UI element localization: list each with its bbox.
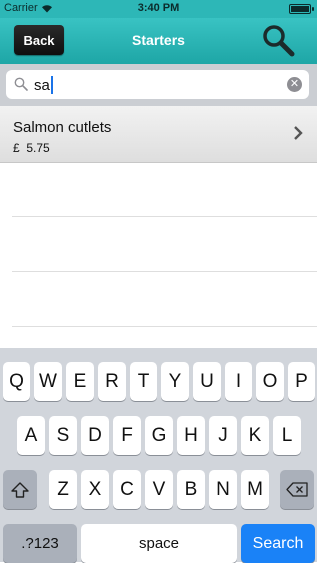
row-separator bbox=[12, 326, 317, 327]
key-j[interactable]: J bbox=[209, 416, 237, 455]
key-s[interactable]: S bbox=[49, 416, 77, 455]
key-q[interactable]: Q bbox=[3, 362, 30, 401]
status-bar: Carrier 3:40 PM bbox=[0, 0, 317, 18]
delete-key[interactable] bbox=[280, 470, 314, 509]
search-key[interactable]: Search bbox=[241, 524, 315, 563]
keyboard: Q W E R T Y U I O P A S D F G H J K L Z … bbox=[0, 348, 317, 563]
key-o[interactable]: O bbox=[256, 362, 284, 401]
row-separator bbox=[12, 216, 317, 217]
key-m[interactable]: M bbox=[241, 470, 269, 509]
key-y[interactable]: Y bbox=[161, 362, 189, 401]
currency-symbol: £ bbox=[13, 141, 20, 155]
search-input-value: sa bbox=[34, 76, 50, 94]
key-i[interactable]: I bbox=[225, 362, 252, 401]
item-name: Salmon cutlets bbox=[13, 119, 112, 136]
key-l[interactable]: L bbox=[273, 416, 301, 455]
backspace-icon bbox=[286, 482, 308, 497]
chevron-right-icon bbox=[294, 126, 303, 140]
key-w[interactable]: W bbox=[34, 362, 62, 401]
search-input[interactable]: sa ✕ bbox=[6, 70, 309, 99]
key-t[interactable]: T bbox=[130, 362, 157, 401]
key-h[interactable]: H bbox=[177, 416, 205, 455]
price-value: 5.75 bbox=[26, 141, 50, 155]
row-separator bbox=[12, 271, 317, 272]
text-caret bbox=[50, 76, 53, 94]
key-d[interactable]: D bbox=[81, 416, 109, 455]
space-key[interactable]: space bbox=[81, 524, 237, 563]
key-b[interactable]: B bbox=[177, 470, 205, 509]
key-f[interactable]: F bbox=[113, 416, 141, 455]
key-e[interactable]: E bbox=[66, 362, 94, 401]
key-z[interactable]: Z bbox=[49, 470, 77, 509]
key-r[interactable]: R bbox=[98, 362, 126, 401]
item-price: £ 5.75 bbox=[13, 141, 50, 155]
shift-key[interactable] bbox=[3, 470, 37, 509]
key-p[interactable]: P bbox=[288, 362, 315, 401]
key-x[interactable]: X bbox=[81, 470, 109, 509]
magnifier-icon bbox=[14, 77, 28, 91]
clear-icon[interactable]: ✕ bbox=[287, 77, 302, 92]
navigation-bar: Back Starters bbox=[0, 18, 317, 64]
key-a[interactable]: A bbox=[17, 416, 45, 455]
battery-icon bbox=[289, 4, 314, 14]
list-item[interactable]: Salmon cutlets £ 5.75 bbox=[0, 106, 317, 163]
search-bar: sa ✕ bbox=[0, 64, 317, 106]
status-time: 3:40 PM bbox=[137, 2, 180, 14]
key-v[interactable]: V bbox=[145, 470, 173, 509]
key-k[interactable]: K bbox=[241, 416, 269, 455]
numbers-key[interactable]: .?123 bbox=[3, 524, 77, 563]
key-u[interactable]: U bbox=[193, 362, 221, 401]
key-g[interactable]: G bbox=[145, 416, 173, 455]
key-c[interactable]: C bbox=[113, 470, 141, 509]
shift-icon bbox=[11, 481, 29, 498]
search-icon[interactable] bbox=[261, 23, 295, 57]
key-n[interactable]: N bbox=[209, 470, 237, 509]
